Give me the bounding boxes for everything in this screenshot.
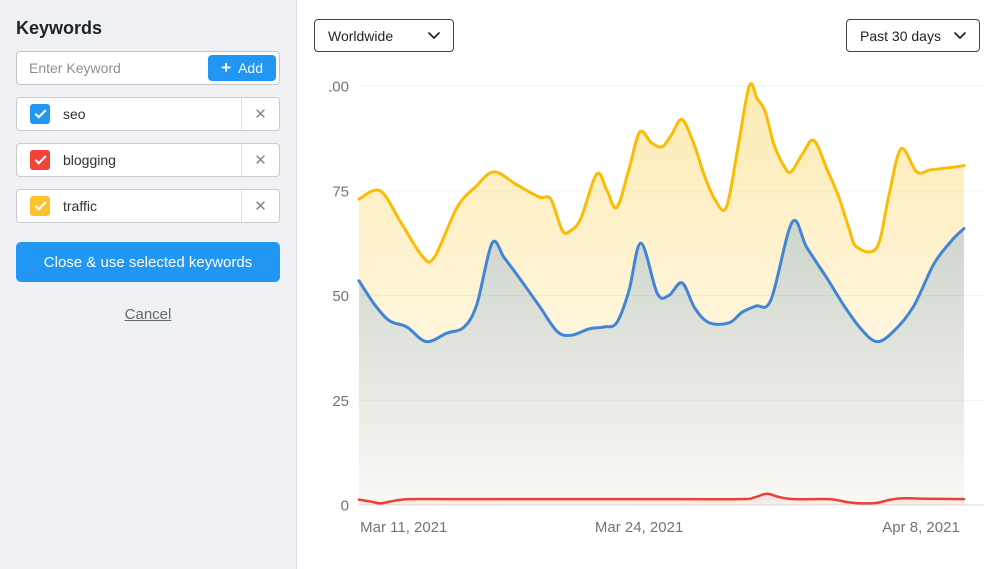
date-range-select[interactable]: Past 30 days xyxy=(846,19,980,52)
keyword-checkbox-seo[interactable] xyxy=(30,104,50,124)
y-tick-label: 75 xyxy=(332,183,349,200)
trends-chart-svg: 0 25 50 75 100 Mar 11, 2021 Mar 24, 2021 Apr 8,… xyxy=(329,78,994,548)
keyword-label: blogging xyxy=(63,152,241,168)
checkmark-icon xyxy=(34,199,46,211)
keywords-sidebar: Keywords + Add seo ✕ blogging ✕ xyxy=(0,0,297,569)
keyword-checkbox-traffic[interactable] xyxy=(30,196,50,216)
remove-keyword-button[interactable]: ✕ xyxy=(241,190,279,222)
plus-icon: + xyxy=(221,59,231,76)
x-tick-label: Apr 8, 2021 xyxy=(882,519,960,536)
cancel-link[interactable]: Cancel xyxy=(125,306,172,323)
add-keyword-button[interactable]: + Add xyxy=(208,55,276,81)
x-tick-label: Mar 24, 2021 xyxy=(595,519,683,536)
trends-chart: 0 25 50 75 100 Mar 11, 2021 Mar 24, 2021 Apr 8,… xyxy=(329,78,994,548)
date-range-select-value: Past 30 days xyxy=(860,28,941,44)
checkmark-icon xyxy=(34,107,46,119)
keyword-label: seo xyxy=(63,106,241,122)
trends-panel: Worldwide Past 30 days 0 25 50 75 100 Mar 11,… xyxy=(297,0,1000,569)
remove-keyword-button[interactable]: ✕ xyxy=(241,144,279,176)
y-tick-label: 50 xyxy=(332,288,349,305)
chevron-down-icon xyxy=(428,32,440,39)
keyword-row: blogging ✕ xyxy=(16,143,280,177)
region-select[interactable]: Worldwide xyxy=(314,19,454,52)
keyword-label: traffic xyxy=(63,198,241,214)
checkmark-icon xyxy=(34,153,46,165)
y-tick-label: 25 xyxy=(332,393,349,410)
keyword-trends-app: Keywords + Add seo ✕ blogging ✕ xyxy=(0,0,1000,569)
region-select-value: Worldwide xyxy=(328,28,393,44)
x-tick-label: Mar 11, 2021 xyxy=(360,519,447,536)
apply-keywords-button[interactable]: Close & use selected keywords xyxy=(16,242,280,282)
y-tick-label: 100 xyxy=(329,79,349,96)
sidebar-title: Keywords xyxy=(16,18,280,39)
add-button-label: Add xyxy=(238,60,263,76)
chevron-down-icon xyxy=(954,32,966,39)
keyword-row: traffic ✕ xyxy=(16,189,280,223)
keyword-row: seo ✕ xyxy=(16,97,280,131)
keyword-checkbox-blogging[interactable] xyxy=(30,150,50,170)
keyword-input-group: + Add xyxy=(16,51,280,85)
y-tick-label: 0 xyxy=(341,498,349,515)
remove-keyword-button[interactable]: ✕ xyxy=(241,98,279,130)
